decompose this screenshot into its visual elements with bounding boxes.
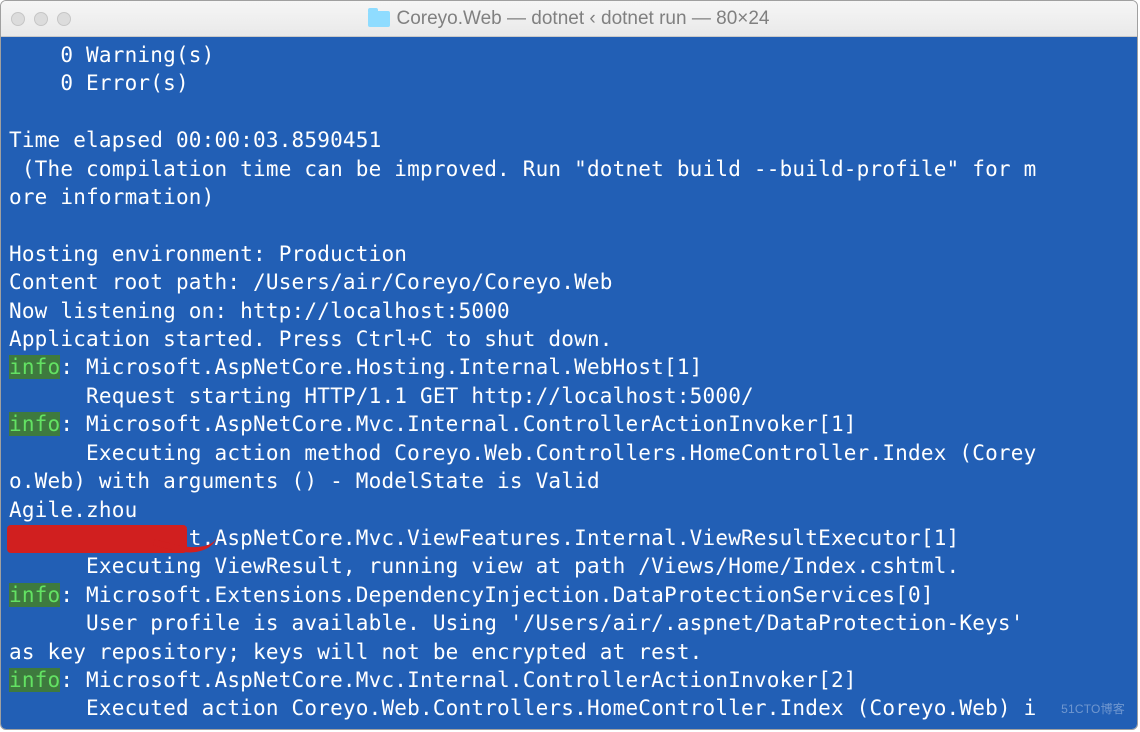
output-line: Executing ViewResult, running view at pa… xyxy=(9,554,959,578)
zoom-button[interactable] xyxy=(57,12,71,26)
output-line: Time elapsed 00:00:03.8590451 xyxy=(9,128,381,152)
output-line: o.Web) with arguments () - ModelState is… xyxy=(9,469,600,493)
log-level-badge: info xyxy=(9,668,60,692)
terminal-output[interactable]: 0 Warning(s) 0 Error(s) Time elapsed 00:… xyxy=(1,37,1137,729)
terminal-window: Coreyo.Web — dotnet ‹ dotnet run — 80×24… xyxy=(0,0,1138,730)
output-line: : Microsoft.AspNetCore.Mvc.Internal.Cont… xyxy=(60,668,856,692)
output-line: as key repository; keys will not be encr… xyxy=(9,640,703,664)
log-level-badge: info xyxy=(9,583,60,607)
output-line: 0 Error(s) xyxy=(9,71,189,95)
output-line: : Microsoft.AspNetCore.Hosting.Internal.… xyxy=(60,355,702,379)
output-line: Now listening on: http://localhost:5000 xyxy=(9,299,510,323)
output-line: : Microsoft.Extensions.DependencyInjecti… xyxy=(60,583,933,607)
log-level-badge: info xyxy=(9,355,60,379)
watermark: 51CTO博客 xyxy=(1061,695,1125,723)
output-line: User profile is available. Using '/Users… xyxy=(9,611,1036,635)
output-line: Executing action method Coreyo.Web.Contr… xyxy=(9,441,1036,465)
window-title-area: Coreyo.Web — dotnet ‹ dotnet run — 80×24 xyxy=(1,8,1137,30)
redaction-mark xyxy=(7,525,187,553)
output-line: Agile.zhou xyxy=(9,498,137,522)
output-line: Hosting environment: Production xyxy=(9,242,407,266)
folder-icon xyxy=(368,11,390,27)
titlebar[interactable]: Coreyo.Web — dotnet ‹ dotnet run — 80×24 xyxy=(1,1,1137,37)
minimize-button[interactable] xyxy=(34,12,48,26)
output-line: Application started. Press Ctrl+C to shu… xyxy=(9,327,613,351)
traffic-lights xyxy=(11,12,71,26)
window-title: Coreyo.Web — dotnet ‹ dotnet run — 80×24 xyxy=(396,8,769,30)
output-line: ore information) xyxy=(9,185,215,209)
output-line: (The compilation time can be improved. R… xyxy=(9,157,1036,181)
output-line: 0 Warning(s) xyxy=(9,43,215,67)
close-button[interactable] xyxy=(11,12,25,26)
output-line: Executed action Coreyo.Web.Controllers.H… xyxy=(9,696,1036,720)
log-level-badge: info xyxy=(9,412,60,436)
output-line: Content root path: /Users/air/Coreyo/Cor… xyxy=(9,270,613,294)
output-line: Request starting HTTP/1.1 GET http://loc… xyxy=(9,384,780,408)
output-line: : Microsoft.AspNetCore.Mvc.Internal.Cont… xyxy=(60,412,856,436)
